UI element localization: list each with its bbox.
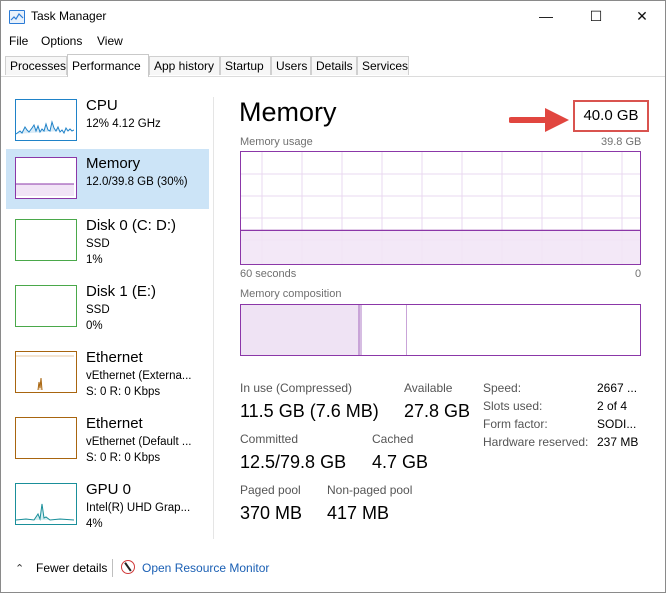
memory-usage-graph bbox=[240, 151, 641, 265]
minimize-button[interactable]: — bbox=[523, 1, 569, 31]
footer-bar: ⌃ Fewer details Open Resource Monitor bbox=[1, 553, 665, 585]
sidebar-item-subtitle: vEthernet (Externa... bbox=[86, 370, 192, 382]
sidebar-item-subtitle: vEthernet (Default ... bbox=[86, 436, 192, 448]
form-factor-label: Form factor: bbox=[483, 417, 548, 431]
sidebar-item-memory[interactable]: Memory 12.0/39.8 GB (30%) bbox=[6, 149, 209, 209]
sidebar-item-subtitle: Intel(R) UHD Grap... bbox=[86, 502, 191, 514]
memory-thumbnail-graph bbox=[15, 157, 77, 199]
close-button[interactable]: ✕ bbox=[619, 1, 665, 31]
composition-standby bbox=[362, 305, 407, 355]
sidebar-item-title: Disk 0 (C: D:) bbox=[86, 217, 176, 234]
sidebar-item-subtitle: 12.0/39.8 GB (30%) bbox=[86, 176, 188, 188]
committed-label: Committed bbox=[240, 432, 299, 446]
tab-app-history[interactable]: App history bbox=[149, 56, 220, 75]
menu-file[interactable]: File bbox=[9, 34, 28, 48]
in-use-value: 11.5 GB (7.6 MB) bbox=[240, 401, 379, 421]
cached-label: Cached bbox=[372, 432, 414, 446]
memory-usage-label: Memory usage bbox=[240, 136, 313, 148]
title-bar: Task Manager — ☐ ✕ bbox=[1, 1, 665, 31]
disk-1-thumbnail-graph bbox=[15, 285, 77, 327]
ethernet-thumbnail-graph bbox=[15, 417, 77, 459]
paged-pool-value: 370 MB bbox=[240, 503, 303, 523]
sidebar-item-value: S: 0 R: 0 Kbps bbox=[86, 452, 161, 464]
tab-users[interactable]: Users bbox=[271, 56, 311, 75]
sidebar-item-value: 4% bbox=[86, 518, 103, 530]
sidebar-item-title: CPU bbox=[86, 97, 118, 114]
memory-composition-label: Memory composition bbox=[240, 288, 342, 300]
sidebar-item-subtitle: SSD bbox=[86, 304, 110, 316]
speed-label: Speed: bbox=[483, 381, 522, 395]
slots-used-value: 2 of 4 bbox=[597, 399, 628, 413]
sidebar-item-cpu[interactable]: CPU 12% 4.12 GHz bbox=[6, 91, 209, 151]
total-memory-value: 40.0 GB bbox=[573, 100, 649, 132]
non-paged-pool-label: Non-paged pool bbox=[327, 483, 413, 497]
menu-bar: File Options View bbox=[1, 32, 665, 52]
fewer-details-link[interactable]: Fewer details bbox=[36, 561, 107, 575]
menu-view[interactable]: View bbox=[97, 34, 123, 48]
sidebar-item-title: Disk 1 (E:) bbox=[86, 283, 157, 300]
open-resource-monitor-link[interactable]: Open Resource Monitor bbox=[142, 561, 269, 575]
sidebar-item-subtitle: 12% 4.12 GHz bbox=[86, 118, 161, 130]
sidebar-item-value: 1% bbox=[86, 254, 103, 266]
sidebar-item-title: Ethernet bbox=[86, 415, 143, 432]
sidebar-item-ethernet-external[interactable]: Ethernet vEthernet (Externa... S: 0 R: 0… bbox=[6, 343, 209, 403]
graph-time-left: 60 seconds bbox=[240, 268, 297, 280]
task-manager-icon bbox=[9, 10, 25, 24]
menu-options[interactable]: Options bbox=[41, 34, 82, 48]
ethernet-thumbnail-graph bbox=[15, 351, 77, 393]
disk-0-thumbnail-graph bbox=[15, 219, 77, 261]
hardware-reserved-value: 237 MB bbox=[597, 435, 639, 449]
footer-separator bbox=[112, 559, 113, 577]
pane-divider[interactable] bbox=[213, 97, 214, 539]
sidebar-item-disk-1[interactable]: Disk 1 (E:) SSD 0% bbox=[6, 277, 209, 337]
non-paged-pool-value: 417 MB bbox=[327, 503, 390, 523]
paged-pool-label: Paged pool bbox=[240, 483, 301, 497]
window-title: Task Manager bbox=[31, 9, 107, 23]
performance-sidebar: CPU 12% 4.12 GHz Memory 12.0/39.8 GB (30… bbox=[1, 89, 213, 541]
speed-value: 2667 ... bbox=[597, 381, 638, 395]
available-value: 27.8 GB bbox=[404, 401, 471, 421]
gpu-thumbnail-graph bbox=[15, 483, 77, 525]
cpu-thumbnail-graph bbox=[15, 99, 77, 141]
sidebar-item-value: 0% bbox=[86, 320, 103, 332]
graph-time-right: 0 bbox=[635, 268, 642, 280]
sidebar-item-subtitle: SSD bbox=[86, 238, 110, 250]
tab-strip: Processes Performance App history Startu… bbox=[1, 54, 665, 77]
sidebar-item-value: S: 0 R: 0 Kbps bbox=[86, 386, 161, 398]
annotation-arrow-icon bbox=[509, 108, 569, 132]
chevron-up-icon[interactable]: ⌃ bbox=[15, 562, 24, 575]
tab-startup[interactable]: Startup bbox=[220, 56, 271, 75]
cached-value: 4.7 GB bbox=[372, 452, 429, 472]
in-use-label: In use (Compressed) bbox=[240, 381, 353, 395]
memory-composition-bar bbox=[240, 304, 641, 356]
sidebar-item-disk-0[interactable]: Disk 0 (C: D:) SSD 1% bbox=[6, 211, 209, 271]
tab-services[interactable]: Services bbox=[357, 56, 409, 75]
available-label: Available bbox=[404, 381, 453, 395]
sidebar-item-title: Ethernet bbox=[86, 349, 143, 366]
slots-used-label: Slots used: bbox=[483, 399, 543, 413]
tab-details[interactable]: Details bbox=[311, 56, 357, 75]
page-title: Memory bbox=[239, 97, 337, 127]
form-factor-value: SODI... bbox=[597, 417, 637, 431]
resource-monitor-icon[interactable] bbox=[121, 560, 135, 574]
sidebar-item-title: Memory bbox=[86, 155, 141, 172]
sidebar-item-gpu-0[interactable]: GPU 0 Intel(R) UHD Grap... 4% bbox=[6, 475, 209, 535]
composition-in-use bbox=[241, 305, 360, 355]
memory-usage-max: 39.8 GB bbox=[601, 136, 642, 148]
task-manager-window: Task Manager — ☐ ✕ File Options View Pro… bbox=[0, 0, 666, 593]
sidebar-item-title: GPU 0 bbox=[86, 481, 132, 498]
sidebar-item-ethernet-default[interactable]: Ethernet vEthernet (Default ... S: 0 R: … bbox=[6, 409, 209, 469]
maximize-button[interactable]: ☐ bbox=[573, 1, 619, 31]
tab-performance[interactable]: Performance bbox=[67, 54, 149, 77]
committed-value: 12.5/79.8 GB bbox=[240, 452, 347, 472]
hardware-reserved-label: Hardware reserved: bbox=[483, 435, 589, 449]
tab-processes[interactable]: Processes bbox=[5, 56, 67, 75]
